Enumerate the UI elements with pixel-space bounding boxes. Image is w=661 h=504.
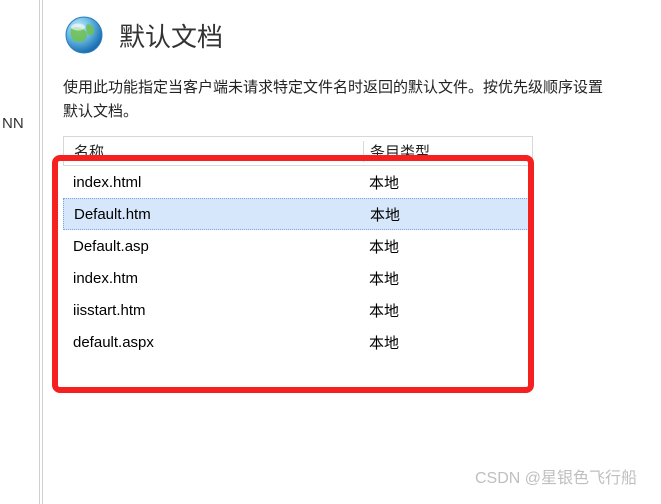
cell-type: 本地 xyxy=(364,204,532,225)
cell-type: 本地 xyxy=(363,172,533,193)
left-tree-label[interactable]: NN xyxy=(0,115,40,132)
main-panel: 默认文档 使用此功能指定当客户端未请求特定文件名时返回的默认文件。按优先级顺序设… xyxy=(42,0,661,504)
cell-name: index.htm xyxy=(63,270,363,287)
table-row[interactable]: iisstart.htm本地 xyxy=(63,294,533,326)
cell-name: index.html xyxy=(63,174,363,191)
cell-name: default.aspx xyxy=(63,334,363,351)
cell-name: iisstart.htm xyxy=(63,302,363,319)
left-sidebar-strip: NN xyxy=(0,0,40,504)
globe-icon xyxy=(63,14,105,56)
default-documents-table: 名称 条目类型 index.html本地Default.htm本地Default… xyxy=(63,136,533,358)
cell-type: 本地 xyxy=(363,236,533,257)
table-header-row[interactable]: 名称 条目类型 xyxy=(63,136,533,166)
cell-type: 本地 xyxy=(363,300,533,321)
cell-type: 本地 xyxy=(363,332,533,353)
cell-type: 本地 xyxy=(363,268,533,289)
watermark-text: CSDN @星银色飞行船 xyxy=(475,464,637,488)
description-text: 使用此功能指定当客户端未请求特定文件名时返回的默认文件。按优先级顺序设置默认文档… xyxy=(63,76,603,124)
title-row: 默认文档 xyxy=(63,14,661,56)
table-row[interactable]: index.html本地 xyxy=(63,166,533,198)
cell-name: Default.asp xyxy=(63,238,363,255)
column-header-name[interactable]: 名称 xyxy=(64,141,364,162)
cell-name: Default.htm xyxy=(64,206,364,223)
table-row[interactable]: index.htm本地 xyxy=(63,262,533,294)
table-row[interactable]: default.aspx本地 xyxy=(63,326,533,358)
table-row[interactable]: Default.asp本地 xyxy=(63,230,533,262)
table-row[interactable]: Default.htm本地 xyxy=(63,198,533,230)
page-title: 默认文档 xyxy=(119,17,223,54)
column-header-type[interactable]: 条目类型 xyxy=(364,141,532,162)
